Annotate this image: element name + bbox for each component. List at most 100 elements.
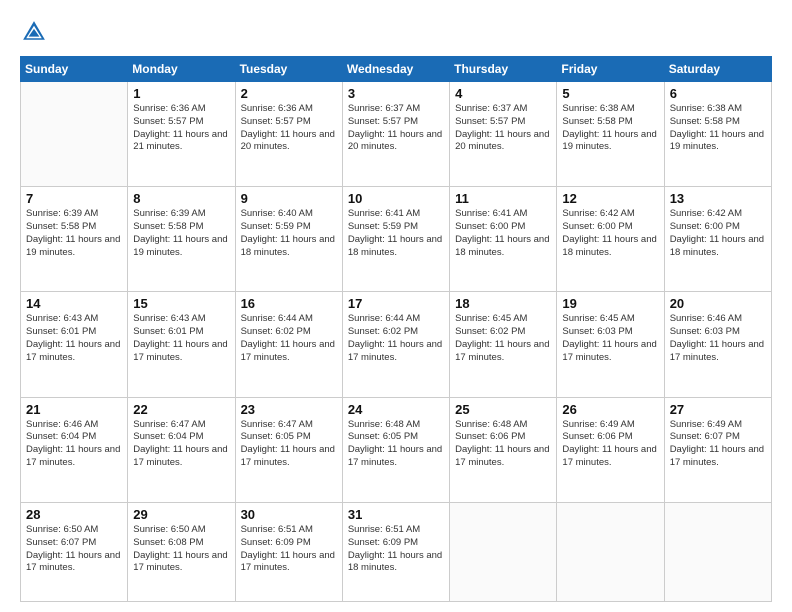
week-row-3: 14 Sunrise: 6:43 AMSunset: 6:01 PMDayligh… xyxy=(21,292,772,397)
calendar-cell xyxy=(664,502,771,601)
week-row-2: 7Sunrise: 6:39 AMSunset: 5:58 PMDaylight… xyxy=(21,187,772,292)
calendar-cell: 31 Sunrise: 6:51 AMSunset: 6:09 PMDayligh… xyxy=(342,502,449,601)
day-info: Sunrise: 6:36 AMSunset: 5:57 PMDaylight:… xyxy=(133,103,229,154)
page: SundayMondayTuesdayWednesdayThursdayFrid… xyxy=(0,0,792,612)
day-info: Sunrise: 6:46 AMSunset: 6:03 PMDaylight:… xyxy=(670,313,766,364)
day-info: Sunrise: 6:51 AMSunset: 6:09 PMDaylight:… xyxy=(241,524,337,575)
calendar-cell: 2 Sunrise: 6:36 AMSunset: 5:57 PMDaylight… xyxy=(235,82,342,187)
day-info: Sunrise: 6:39 AMSunset: 5:58 PMDaylight:… xyxy=(133,208,229,259)
day-info: Sunrise: 6:49 AMSunset: 6:06 PMDaylight:… xyxy=(562,419,658,470)
day-number: 3 xyxy=(348,86,444,101)
calendar-cell: 16 Sunrise: 6:44 AMSunset: 6:02 PMDayligh… xyxy=(235,292,342,397)
calendar-cell: 26 Sunrise: 6:49 AMSunset: 6:06 PMDayligh… xyxy=(557,397,664,502)
week-row-5: 28 Sunrise: 6:50 AMSunset: 6:07 PMDayligh… xyxy=(21,502,772,601)
day-info: Sunrise: 6:46 AMSunset: 6:04 PMDaylight:… xyxy=(26,419,122,470)
calendar-cell: 17 Sunrise: 6:44 AMSunset: 6:02 PMDayligh… xyxy=(342,292,449,397)
day-number: 1 xyxy=(133,86,229,101)
calendar-cell: 9 Sunrise: 6:40 AMSunset: 5:59 PMDaylight… xyxy=(235,187,342,292)
dow-header-friday: Friday xyxy=(557,57,664,82)
day-info: Sunrise: 6:42 AMSunset: 6:00 PMDaylight:… xyxy=(670,208,766,259)
calendar-body: 1 Sunrise: 6:36 AMSunset: 5:57 PMDaylight… xyxy=(21,82,772,602)
day-info: Sunrise: 6:38 AMSunset: 5:58 PMDaylight:… xyxy=(670,103,766,154)
header xyxy=(20,18,772,46)
dow-header-thursday: Thursday xyxy=(450,57,557,82)
day-info: Sunrise: 6:44 AMSunset: 6:02 PMDaylight:… xyxy=(348,313,444,364)
calendar-cell: 6Sunrise: 6:38 AMSunset: 5:58 PMDaylight… xyxy=(664,82,771,187)
day-number: 17 xyxy=(348,296,444,311)
calendar-cell: 8Sunrise: 6:39 AMSunset: 5:58 PMDaylight… xyxy=(128,187,235,292)
day-number: 31 xyxy=(348,507,444,522)
day-number: 19 xyxy=(562,296,658,311)
day-number: 29 xyxy=(133,507,229,522)
calendar-cell: 23Sunrise: 6:47 AMSunset: 6:05 PMDayligh… xyxy=(235,397,342,502)
calendar-cell: 1 Sunrise: 6:36 AMSunset: 5:57 PMDaylight… xyxy=(128,82,235,187)
dow-header-monday: Monday xyxy=(128,57,235,82)
day-number: 24 xyxy=(348,402,444,417)
day-info: Sunrise: 6:45 AMSunset: 6:03 PMDaylight:… xyxy=(562,313,658,364)
day-info: Sunrise: 6:49 AMSunset: 6:07 PMDaylight:… xyxy=(670,419,766,470)
day-info: Sunrise: 6:50 AMSunset: 6:07 PMDaylight:… xyxy=(26,524,122,575)
day-number: 16 xyxy=(241,296,337,311)
calendar-cell: 10 Sunrise: 6:41 AMSunset: 5:59 PMDayligh… xyxy=(342,187,449,292)
calendar-cell: 12Sunrise: 6:42 AMSunset: 6:00 PMDayligh… xyxy=(557,187,664,292)
day-number: 21 xyxy=(26,402,122,417)
calendar-cell: 11 Sunrise: 6:41 AMSunset: 6:00 PMDayligh… xyxy=(450,187,557,292)
day-number: 9 xyxy=(241,191,337,206)
day-info: Sunrise: 6:47 AMSunset: 6:05 PMDaylight:… xyxy=(241,419,337,470)
calendar-cell: 7Sunrise: 6:39 AMSunset: 5:58 PMDaylight… xyxy=(21,187,128,292)
day-number: 11 xyxy=(455,191,551,206)
day-info: Sunrise: 6:41 AMSunset: 6:00 PMDaylight:… xyxy=(455,208,551,259)
day-number: 26 xyxy=(562,402,658,417)
day-info: Sunrise: 6:44 AMSunset: 6:02 PMDaylight:… xyxy=(241,313,337,364)
day-info: Sunrise: 6:37 AMSunset: 5:57 PMDaylight:… xyxy=(455,103,551,154)
day-number: 5 xyxy=(562,86,658,101)
calendar-cell: 5 Sunrise: 6:38 AMSunset: 5:58 PMDaylight… xyxy=(557,82,664,187)
week-row-4: 21 Sunrise: 6:46 AMSunset: 6:04 PMDayligh… xyxy=(21,397,772,502)
day-number: 22 xyxy=(133,402,229,417)
day-info: Sunrise: 6:42 AMSunset: 6:00 PMDaylight:… xyxy=(562,208,658,259)
day-number: 10 xyxy=(348,191,444,206)
calendar-cell: 14 Sunrise: 6:43 AMSunset: 6:01 PMDayligh… xyxy=(21,292,128,397)
days-of-week-row: SundayMondayTuesdayWednesdayThursdayFrid… xyxy=(21,57,772,82)
dow-header-saturday: Saturday xyxy=(664,57,771,82)
day-info: Sunrise: 6:51 AMSunset: 6:09 PMDaylight:… xyxy=(348,524,444,575)
day-info: Sunrise: 6:43 AMSunset: 6:01 PMDaylight:… xyxy=(26,313,122,364)
dow-header-sunday: Sunday xyxy=(21,57,128,82)
dow-header-tuesday: Tuesday xyxy=(235,57,342,82)
calendar-cell: 20Sunrise: 6:46 AMSunset: 6:03 PMDayligh… xyxy=(664,292,771,397)
day-info: Sunrise: 6:41 AMSunset: 5:59 PMDaylight:… xyxy=(348,208,444,259)
calendar-cell: 29 Sunrise: 6:50 AMSunset: 6:08 PMDayligh… xyxy=(128,502,235,601)
day-info: Sunrise: 6:40 AMSunset: 5:59 PMDaylight:… xyxy=(241,208,337,259)
calendar-cell: 24 Sunrise: 6:48 AMSunset: 6:05 PMDayligh… xyxy=(342,397,449,502)
day-info: Sunrise: 6:45 AMSunset: 6:02 PMDaylight:… xyxy=(455,313,551,364)
day-info: Sunrise: 6:48 AMSunset: 6:05 PMDaylight:… xyxy=(348,419,444,470)
logo xyxy=(20,18,52,46)
week-row-1: 1 Sunrise: 6:36 AMSunset: 5:57 PMDaylight… xyxy=(21,82,772,187)
day-info: Sunrise: 6:50 AMSunset: 6:08 PMDaylight:… xyxy=(133,524,229,575)
calendar-cell: 4Sunrise: 6:37 AMSunset: 5:57 PMDaylight… xyxy=(450,82,557,187)
day-info: Sunrise: 6:48 AMSunset: 6:06 PMDaylight:… xyxy=(455,419,551,470)
day-number: 2 xyxy=(241,86,337,101)
day-number: 28 xyxy=(26,507,122,522)
calendar-cell: 27 Sunrise: 6:49 AMSunset: 6:07 PMDayligh… xyxy=(664,397,771,502)
calendar-cell: 30Sunrise: 6:51 AMSunset: 6:09 PMDayligh… xyxy=(235,502,342,601)
calendar-cell: 21 Sunrise: 6:46 AMSunset: 6:04 PMDayligh… xyxy=(21,397,128,502)
logo-icon xyxy=(20,18,48,46)
calendar-cell: 25Sunrise: 6:48 AMSunset: 6:06 PMDayligh… xyxy=(450,397,557,502)
calendar-cell xyxy=(557,502,664,601)
day-number: 14 xyxy=(26,296,122,311)
dow-header-wednesday: Wednesday xyxy=(342,57,449,82)
calendar-cell: 28 Sunrise: 6:50 AMSunset: 6:07 PMDayligh… xyxy=(21,502,128,601)
day-info: Sunrise: 6:43 AMSunset: 6:01 PMDaylight:… xyxy=(133,313,229,364)
day-info: Sunrise: 6:36 AMSunset: 5:57 PMDaylight:… xyxy=(241,103,337,154)
day-number: 18 xyxy=(455,296,551,311)
day-info: Sunrise: 6:39 AMSunset: 5:58 PMDaylight:… xyxy=(26,208,122,259)
calendar-cell: 13 Sunrise: 6:42 AMSunset: 6:00 PMDayligh… xyxy=(664,187,771,292)
day-info: Sunrise: 6:38 AMSunset: 5:58 PMDaylight:… xyxy=(562,103,658,154)
calendar-cell: 15 Sunrise: 6:43 AMSunset: 6:01 PMDayligh… xyxy=(128,292,235,397)
day-number: 15 xyxy=(133,296,229,311)
calendar-cell: 22Sunrise: 6:47 AMSunset: 6:04 PMDayligh… xyxy=(128,397,235,502)
calendar-cell: 3Sunrise: 6:37 AMSunset: 5:57 PMDaylight… xyxy=(342,82,449,187)
day-number: 27 xyxy=(670,402,766,417)
day-number: 13 xyxy=(670,191,766,206)
